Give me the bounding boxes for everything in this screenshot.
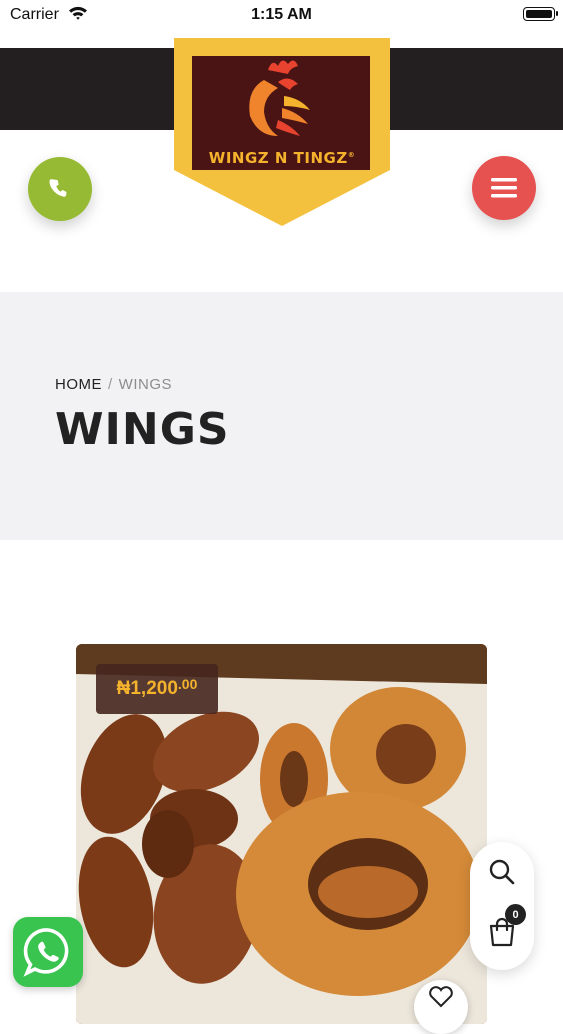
wishlist-button[interactable] [414,980,468,1034]
registered-mark: ® [347,151,356,159]
call-button[interactable] [28,157,92,221]
page-title: WINGS [55,404,230,455]
clock: 1:15 AM [251,6,312,23]
price-cents: .00 [177,676,198,692]
logo-wordmark: WINGZ N TINGZ® [198,149,366,167]
page-header: HOME / WINGS WINGS [0,292,563,540]
cart-count-badge: 0 [505,904,526,925]
breadcrumb-current: WINGS [118,376,173,393]
logo-text: WINGZ N TINGZ [208,149,348,167]
status-bar: Carrier 1:15 AM [0,0,563,30]
whatsapp-button[interactable] [13,917,83,987]
hamburger-menu-icon [491,178,517,198]
phone-icon [49,179,67,197]
price-tag: ₦1,200.00 [96,664,218,714]
product-card[interactable]: ₦1,200.00 [76,644,487,1024]
whatsapp-icon [23,928,69,977]
menu-button[interactable] [472,156,536,220]
breadcrumb-home-link[interactable]: HOME [55,376,102,393]
search-button[interactable] [488,858,516,891]
site-logo[interactable]: WINGZ N TINGZ® [174,38,390,226]
breadcrumb-separator: / [108,376,113,393]
logo-badge-graphic [174,38,390,226]
battery-icon [523,7,558,21]
search-icon [489,859,515,885]
heart-icon [429,986,453,1008]
breadcrumb: HOME / WINGS [55,376,172,393]
floating-actions: 0 [470,842,534,970]
price-amount: ₦1,200 [116,678,178,699]
